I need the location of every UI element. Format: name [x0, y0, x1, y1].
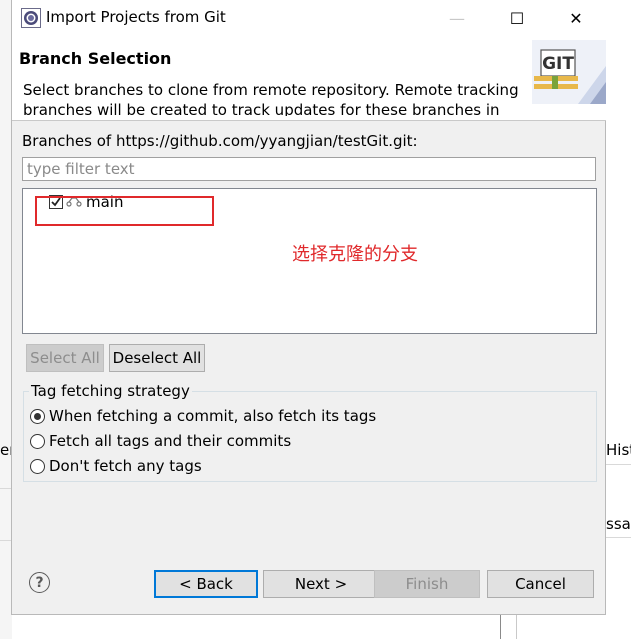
filter-input[interactable]	[22, 157, 596, 181]
minimize-icon: —	[449, 8, 465, 28]
close-icon: ✕	[569, 8, 583, 28]
back-button[interactable]: < Back	[154, 570, 258, 598]
radio-fetch-all-tags[interactable]: Fetch all tags and their commits	[30, 431, 291, 451]
background-divider	[606, 464, 631, 465]
background-fragment-message: ssag	[606, 515, 631, 533]
page-description: Select branches to clone from remote rep…	[23, 81, 519, 116]
maximize-button[interactable]: ☐	[502, 6, 532, 30]
deselect-all-button[interactable]: Deselect All	[109, 344, 205, 372]
radio-button[interactable]	[30, 408, 45, 424]
branches-label: Branches of https://github.com/yyangjian…	[22, 132, 418, 150]
cancel-button[interactable]: Cancel	[487, 570, 594, 598]
wizard-header: Branch Selection Select branches to clon…	[12, 36, 606, 121]
page-title: Branch Selection	[19, 49, 172, 68]
background-divider	[516, 615, 517, 639]
title-bar[interactable]: Import Projects from Git — ☐ ✕	[12, 0, 606, 36]
radio-button[interactable]	[30, 433, 45, 449]
maximize-icon: ☐	[509, 8, 525, 28]
annotation-text: 选择克隆的分支	[292, 244, 418, 265]
minimize-button[interactable]: —	[442, 6, 472, 30]
select-all-button[interactable]: Select All	[26, 344, 104, 372]
radio-label: When fetching a commit, also fetch its t…	[49, 407, 377, 425]
background-divider	[500, 615, 501, 639]
next-button[interactable]: Next >	[263, 570, 379, 598]
finish-button[interactable]: Finish	[374, 570, 480, 598]
background-divider	[606, 537, 631, 538]
help-icon[interactable]: ?	[29, 572, 50, 593]
git-logo-icon: GIT	[532, 40, 606, 104]
tag-strategy-title: Tag fetching strategy	[29, 382, 192, 400]
close-button[interactable]: ✕	[561, 6, 591, 30]
git-logo-text: GIT	[542, 54, 574, 74]
radio-label: Don't fetch any tags	[49, 457, 202, 475]
radio-fetch-commit-tags[interactable]: When fetching a commit, also fetch its t…	[30, 406, 376, 426]
radio-label: Fetch all tags and their commits	[49, 432, 292, 450]
radio-button[interactable]	[30, 458, 45, 474]
eclipse-app-icon	[21, 8, 41, 28]
radio-no-tags[interactable]: Don't fetch any tags	[30, 456, 202, 476]
window-title: Import Projects from Git	[46, 8, 226, 26]
annotation-highlight-box	[35, 196, 214, 226]
import-dialog: Import Projects from Git — ☐ ✕ Branch Se…	[11, 0, 606, 615]
background-fragment-history: Hist	[606, 441, 631, 459]
